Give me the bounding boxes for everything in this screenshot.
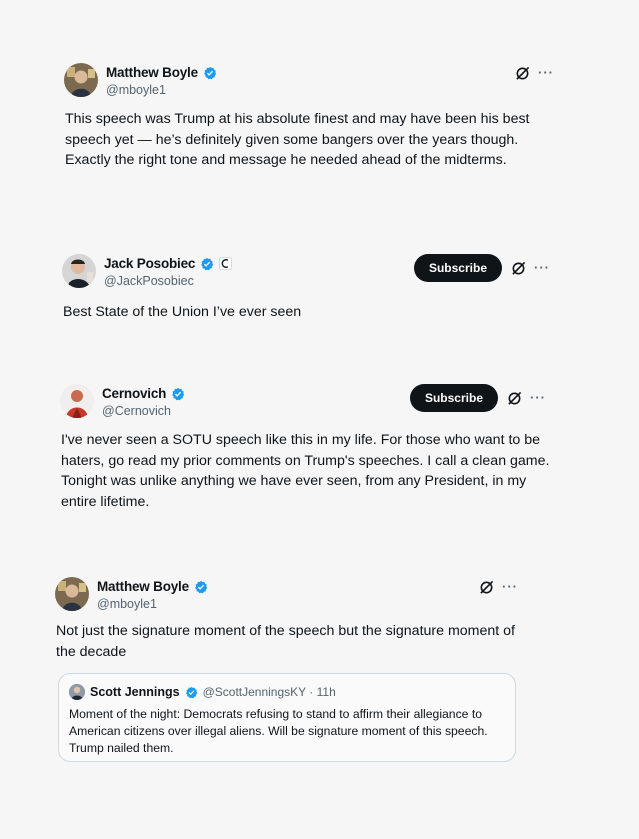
quote-avatar[interactable]	[69, 684, 85, 700]
more-icon[interactable]: ···	[538, 66, 554, 79]
more-icon[interactable]: ···	[502, 580, 518, 593]
tweet-3[interactable]: Cernovich @Cernovich Subscribe ··· I've …	[60, 384, 549, 510]
verified-badge-icon	[195, 580, 208, 593]
more-icon[interactable]: ···	[530, 391, 546, 404]
verified-badge-icon	[204, 66, 217, 79]
quote-author-name[interactable]: Scott Jennings	[90, 685, 180, 699]
grok-icon[interactable]	[506, 390, 522, 406]
tweet-text: This speech was Trump at his absolute fi…	[65, 111, 530, 168]
author-name[interactable]: Cernovich	[102, 386, 166, 401]
author-handle[interactable]: @Cernovich	[102, 404, 171, 418]
author-handle[interactable]: @JackPosobiec	[104, 274, 194, 288]
tweet-4[interactable]: Matthew Boyle @mboyle1 ··· Not just the …	[55, 577, 518, 660]
tweet-text: Not just the signature moment of the spe…	[56, 623, 515, 660]
quote-handle-time[interactable]: @ScottJenningsKY · 11h	[203, 685, 336, 699]
more-icon[interactable]: ···	[534, 261, 550, 274]
grok-icon[interactable]	[514, 65, 530, 81]
author-name[interactable]: Matthew Boyle	[97, 579, 189, 594]
grok-icon[interactable]	[510, 260, 526, 276]
verified-badge-icon	[172, 387, 185, 400]
tweet-2[interactable]: Jack Posobiec @JackPosobiec Subscribe ··…	[62, 254, 552, 320]
author-handle[interactable]: @mboyle1	[97, 597, 157, 611]
subscribe-button[interactable]: Subscribe	[413, 254, 502, 282]
avatar[interactable]	[64, 63, 98, 97]
quoted-tweet[interactable]: Scott Jennings @ScottJenningsKY · 11h Mo…	[58, 673, 516, 762]
verified-badge-icon	[201, 257, 214, 270]
author-name[interactable]: Jack Posobiec	[104, 256, 195, 271]
author-name[interactable]: Matthew Boyle	[106, 65, 198, 80]
avatar[interactable]	[60, 384, 94, 418]
affiliate-badge-icon[interactable]	[219, 257, 233, 270]
grok-icon[interactable]	[478, 579, 494, 595]
avatar[interactable]	[55, 577, 89, 611]
subscribe-button[interactable]: Subscribe	[409, 384, 498, 412]
tweet-text: I've never seen a SOTU speech like this …	[61, 432, 550, 510]
tweet-1[interactable]: Matthew Boyle @mboyle1 ··· This speech w…	[64, 63, 554, 168]
quote-text: Moment of the night: Democrats refusing …	[69, 707, 488, 755]
avatar[interactable]	[62, 254, 96, 288]
verified-badge-icon	[185, 686, 197, 698]
author-handle[interactable]: @mboyle1	[106, 83, 166, 97]
tweet-text: Best State of the Union I’ve ever seen	[63, 304, 302, 320]
